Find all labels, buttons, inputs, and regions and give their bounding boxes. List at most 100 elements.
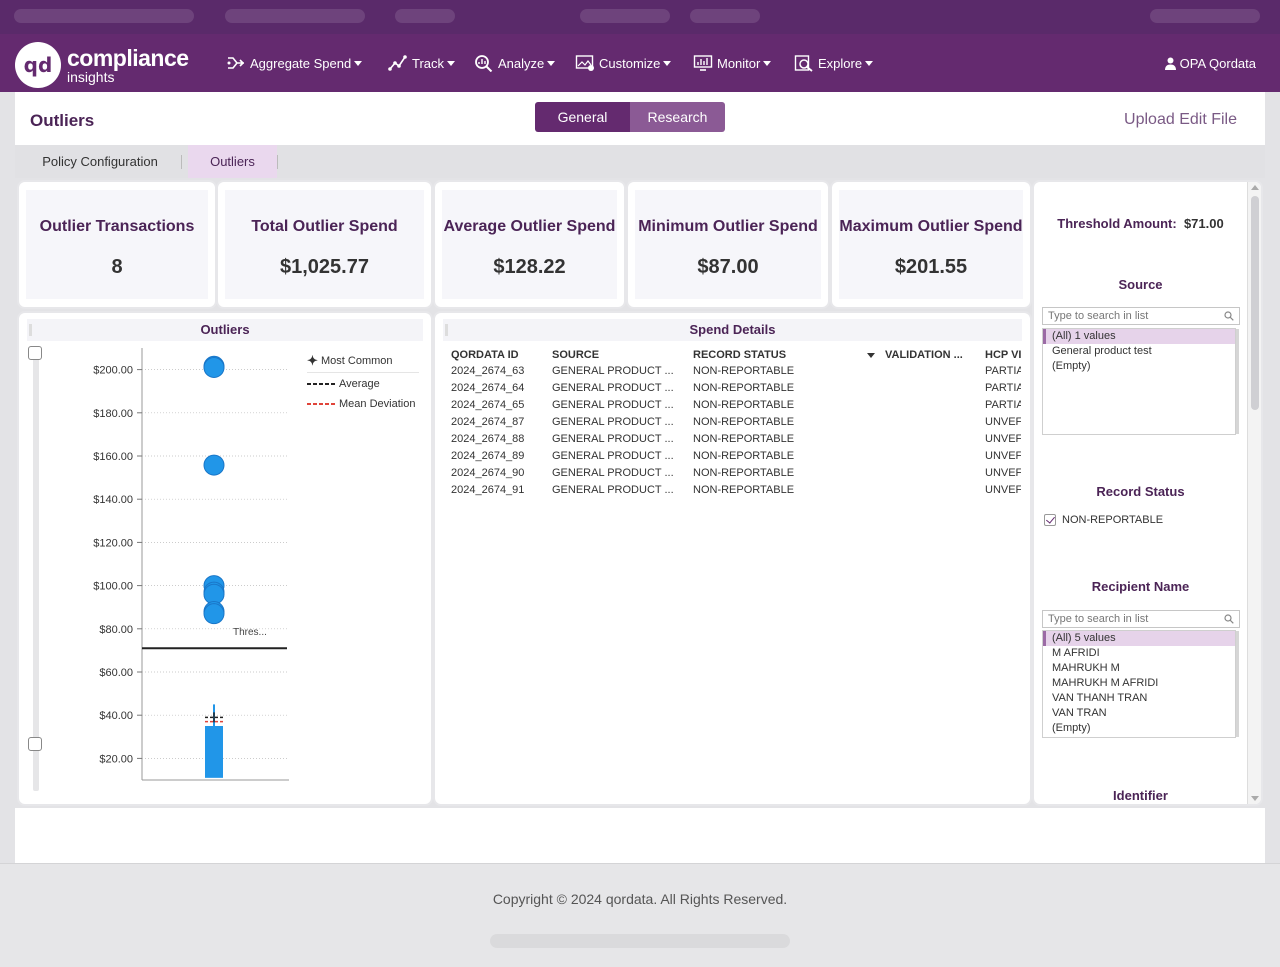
cell-source: GENERAL PRODUCT ... [552, 365, 674, 377]
kpi-inner: Total Outlier Spend $1,025.77 [225, 190, 424, 299]
chevron-down-icon [354, 60, 363, 66]
scroll-down-arrow[interactable] [1251, 796, 1259, 801]
table-row[interactable]: 2024_2674_91 GENERAL PRODUCT ... NON-REPOR… [451, 484, 1021, 499]
kpi-card-maximum-outlier-spend: Maximum Outlier Spend $201.55 [830, 180, 1032, 309]
nav-monitor[interactable]: Monitor [693, 34, 772, 92]
list-item[interactable]: MAHRUKH M [1043, 661, 1235, 676]
legend-average[interactable]: Average [307, 374, 419, 394]
spend-details-panel: Spend Details QORDATA ID SOURCE RECORD S… [433, 311, 1032, 806]
column-header-source[interactable]: SOURCE [552, 349, 599, 361]
nav-label: Explore [818, 55, 863, 71]
kpi-value: 8 [111, 256, 123, 278]
user-icon [1164, 57, 1176, 70]
tab-divider [181, 155, 182, 169]
column-header-qordata-id[interactable]: QORDATA ID [451, 349, 519, 361]
cell-record-status: NON-REPORTABLE [693, 484, 795, 496]
outlier-point[interactable] [203, 356, 225, 378]
list-item[interactable]: (Empty) [1043, 359, 1235, 374]
nav-analyze[interactable]: Analyze [474, 34, 556, 92]
list-item[interactable]: (Empty) [1043, 721, 1235, 736]
cell-qordata-id: 2024_2674_90 [451, 467, 525, 479]
column-header-hcp[interactable]: HCP VI [985, 349, 1021, 361]
cell-qordata-id: 2024_2674_87 [451, 416, 525, 428]
cell-qordata-id: 2024_2674_89 [451, 450, 525, 462]
tab-policy-configuration[interactable]: Policy Configuration [29, 145, 171, 178]
legend-mean-deviation[interactable]: Mean Deviation [307, 394, 419, 414]
explore-icon [794, 55, 813, 72]
outlier-point[interactable] [203, 603, 225, 625]
list-scrollbar[interactable] [1236, 631, 1239, 737]
upload-edit-file-link[interactable]: Upload Edit File [1124, 111, 1237, 129]
outliers-chart: $200.00 $180.00 $160.00 $140.00 $120.00 $100.… [93, 348, 289, 781]
nav-track[interactable]: Track [388, 34, 456, 92]
footer: Copyright © 2024 qordata. All Rights Res… [0, 863, 1280, 967]
y-tick-label: $80.00 [99, 624, 133, 636]
logo[interactable]: qd compliance insights [15, 42, 189, 88]
spend-details-table: QORDATA ID SOURCE RECORD STATUS VALIDATI… [451, 349, 1021, 499]
table-row[interactable]: 2024_2674_64 GENERAL PRODUCT ... NON-REPOR… [451, 382, 1021, 397]
table-row[interactable]: 2024_2674_90 GENERAL PRODUCT ... NON-REPOR… [451, 467, 1021, 482]
y-tick-label: $40.00 [99, 710, 133, 722]
scrollbar-thumb[interactable] [1251, 196, 1259, 410]
table-row[interactable]: 2024_2674_63 GENERAL PRODUCT ... NON-REPOR… [451, 365, 1021, 380]
nav-customize[interactable]: Customize [575, 34, 672, 92]
list-item[interactable]: VAN TRAN [1043, 706, 1235, 721]
search-placeholder: Type to search in list [1048, 613, 1149, 625]
table-row[interactable]: 2024_2674_87 GENERAL PRODUCT ... NON-REPOR… [451, 416, 1021, 431]
outlier-point[interactable] [203, 454, 225, 476]
list-item[interactable]: VAN THANH TRAN [1043, 691, 1235, 706]
sort-caret-icon[interactable] [867, 353, 875, 358]
source-search-input[interactable]: Type to search in list [1042, 307, 1240, 325]
nav-aggregate-spend[interactable]: Aggregate Spend [226, 34, 363, 92]
record-status-option[interactable]: NON-REPORTABLE [1044, 514, 1163, 527]
tab-outliers[interactable]: Outliers [188, 145, 277, 178]
cell-qordata-id: 2024_2674_91 [451, 484, 525, 496]
list-item[interactable]: MAHRUKH M AFRIDI [1043, 676, 1235, 691]
list-item[interactable]: (All) 1 values [1043, 329, 1235, 344]
record-status-filter-label: Record Status [1096, 484, 1185, 499]
box-plot[interactable] [205, 726, 223, 778]
legend-most-common[interactable]: ✦ Most Common [307, 351, 419, 371]
cell-record-status: NON-REPORTABLE [693, 450, 795, 462]
table-row[interactable]: 2024_2674_89 GENERAL PRODUCT ... NON-REPOR… [451, 450, 1021, 465]
cell-hcp: UNVEF [985, 484, 1021, 496]
chevron-down-icon [447, 60, 456, 66]
list-item[interactable]: (All) 5 values [1043, 631, 1235, 646]
scroll-up-arrow[interactable] [1251, 185, 1259, 190]
recipient-search-input[interactable]: Type to search in list [1042, 610, 1240, 628]
nav-label: Aggregate Spend [250, 55, 352, 71]
cell-hcp: PARTIA [985, 382, 1021, 394]
threshold-value: $71.00 [1183, 216, 1224, 231]
filter-scrollbar[interactable] [1247, 182, 1261, 804]
list-item[interactable]: M AFRIDI [1043, 646, 1235, 661]
list-scrollbar[interactable] [1236, 329, 1239, 434]
nav-explore[interactable]: Explore [794, 34, 874, 92]
outliers-panel-title: Outliers [27, 319, 423, 341]
dashboard: Outlier Transactions 8 Total Outlier Spe… [15, 178, 1265, 808]
view-toggle: General Research [535, 102, 725, 132]
table-row[interactable]: 2024_2674_88 GENERAL PRODUCT ... NON-REPOR… [451, 433, 1021, 448]
checkbox-icon[interactable] [1044, 514, 1056, 527]
recipient-name-filter-label: Recipient Name [1091, 579, 1190, 594]
y-tick-label: $200.00 [93, 365, 133, 377]
kpi-label: Average Outlier Spend [443, 218, 616, 235]
analyze-icon [475, 55, 493, 72]
aggregate-spend-icon [227, 57, 245, 69]
blurred-text [395, 9, 455, 23]
table-row[interactable]: 2024_2674_65 GENERAL PRODUCT ... NON-REPOR… [451, 399, 1021, 414]
nav-label: Monitor [717, 55, 761, 71]
cell-source: GENERAL PRODUCT ... [552, 467, 674, 479]
list-item[interactable]: General product test [1043, 344, 1235, 359]
user-menu[interactable]: OPA Qordata [1164, 34, 1256, 92]
average-line-icon [307, 383, 335, 385]
recipient-list: (All) 5 values M AFRIDI MAHRUKH M MAHRUKH M… [1042, 630, 1239, 738]
copyright: Copyright © 2024 qordata. All Rights Res… [492, 891, 788, 907]
logo-line1: compliance [67, 44, 189, 71]
toggle-research[interactable]: Research [630, 102, 725, 132]
column-header-validation[interactable]: VALIDATION ... [885, 349, 963, 361]
column-header-record-status[interactable]: RECORD STATUS [693, 349, 786, 361]
plus-icon: ✦ [307, 353, 318, 368]
toggle-general[interactable]: General [535, 102, 630, 132]
kpi-card-average-outlier-spend: Average Outlier Spend $128.22 [433, 180, 626, 309]
y-tick-label: $140.00 [93, 494, 133, 506]
